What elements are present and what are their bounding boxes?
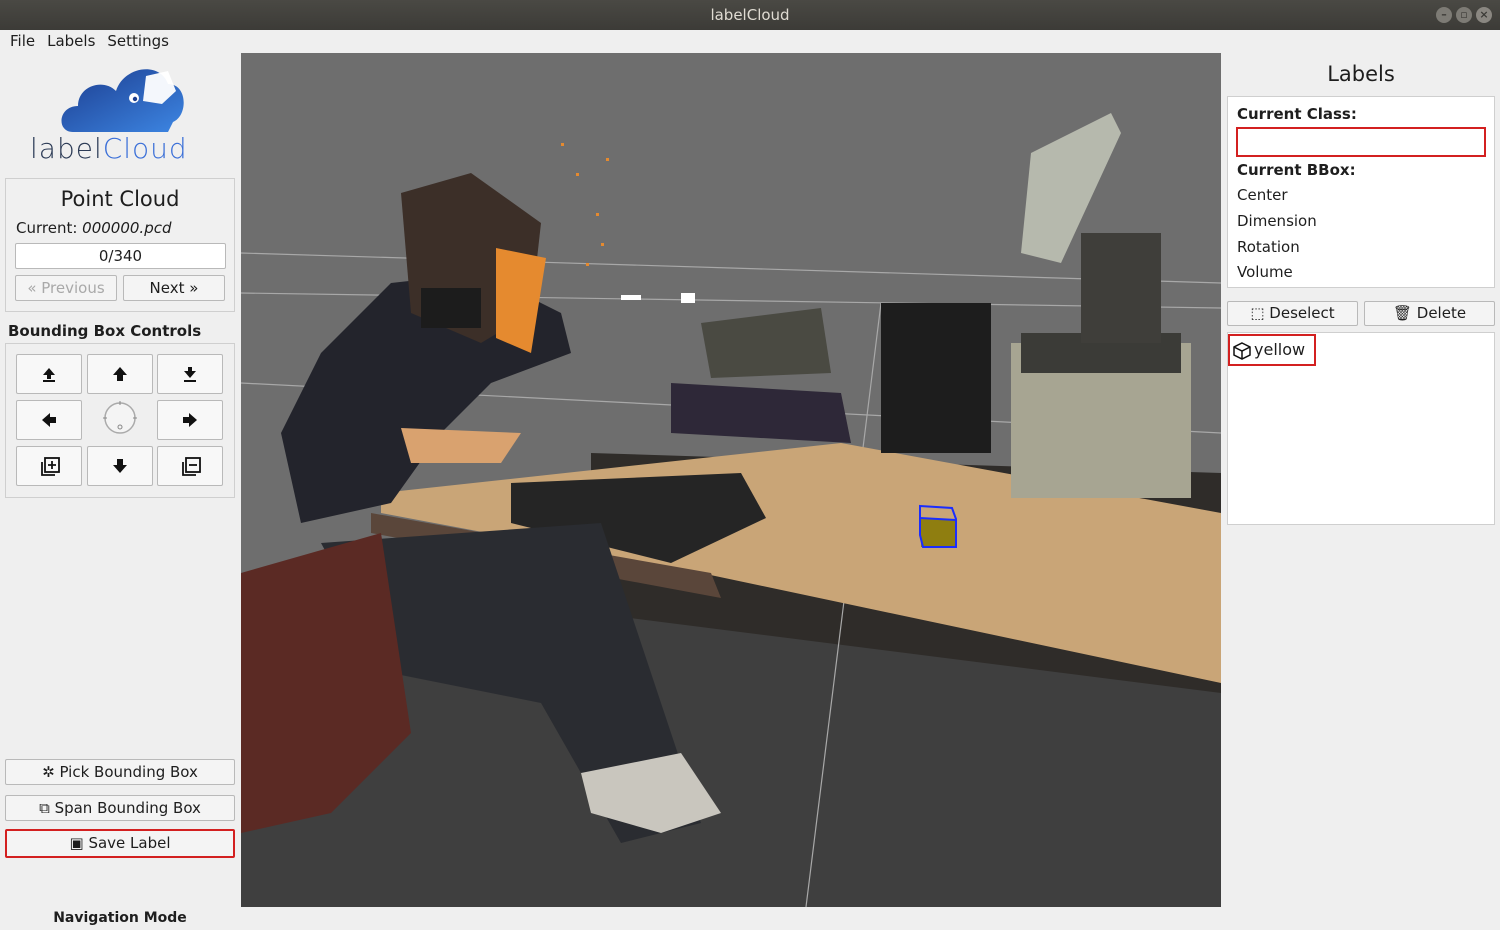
minimize-icon[interactable]: –	[1436, 7, 1452, 23]
point-cloud-title: Point Cloud	[60, 187, 180, 211]
bbox-controls-title: Bounding Box Controls	[8, 322, 202, 340]
move-forward-button[interactable]	[87, 354, 153, 394]
maximize-icon[interactable]: ▫	[1456, 7, 1472, 23]
window-title: labelCloud	[710, 6, 790, 24]
span-bbox-button[interactable]: ⧉ Span Bounding Box	[5, 795, 235, 821]
previous-button[interactable]: « Previous	[15, 275, 117, 301]
point-cloud-counter: 0/340	[15, 243, 226, 269]
current-class-label: Current Class:	[1237, 105, 1357, 123]
label-info-panel: Current Class: Current BBox: Center Dime…	[1227, 96, 1495, 288]
move-left-icon	[42, 413, 56, 427]
deselect-button[interactable]: ⬚ Deselect	[1227, 301, 1358, 326]
current-file-name: 000000.pcd	[82, 219, 172, 237]
delete-button[interactable]: 🗑 Delete	[1364, 301, 1495, 326]
increase-size-icon	[41, 457, 60, 476]
bbox-dimension-label: Dimension	[1237, 212, 1317, 230]
move-right-button[interactable]	[157, 400, 223, 440]
point-cloud-viewport[interactable]	[241, 53, 1221, 907]
menu-bar: File Labels Settings	[0, 30, 1500, 52]
move-up-z-button[interactable]	[16, 354, 82, 394]
move-up-z-icon	[43, 368, 55, 382]
label-list-item[interactable]: yellow	[1228, 334, 1316, 366]
close-icon[interactable]: ×	[1476, 7, 1492, 23]
current-bbox-label: Current BBox:	[1237, 161, 1356, 179]
decrease-size-button[interactable]	[157, 446, 223, 486]
labels-panel-title: Labels	[1327, 62, 1395, 86]
move-right-icon	[183, 413, 197, 427]
move-down-z-icon	[184, 367, 196, 382]
trash-icon: 🗑	[1392, 304, 1412, 322]
pick-bbox-button[interactable]: ✲ Pick Bounding Box	[5, 759, 235, 785]
bbox-volume-label: Volume	[1237, 263, 1293, 281]
move-backward-button[interactable]	[87, 446, 153, 486]
window-titlebar: labelCloud – ▫ ×	[0, 0, 1500, 30]
decrease-size-icon	[182, 457, 201, 476]
current-file-label: Current: 000000.pcd	[16, 219, 172, 237]
move-backward-icon	[113, 459, 127, 473]
save-icon: ▣	[69, 834, 84, 852]
pick-cursor-icon: ✲	[42, 763, 55, 781]
deselect-icon: ⬚	[1250, 304, 1265, 322]
increase-size-button[interactable]	[16, 446, 82, 486]
bbox-center-label: Center	[1237, 186, 1288, 204]
move-left-button[interactable]	[16, 400, 82, 440]
menu-file[interactable]: File	[4, 30, 41, 52]
label-item-text: yellow	[1254, 340, 1306, 359]
bbox-rotation-label: Rotation	[1237, 238, 1300, 256]
logo-text: labelCloud	[30, 132, 188, 165]
menu-labels[interactable]: Labels	[41, 30, 101, 52]
menu-settings[interactable]: Settings	[101, 30, 175, 52]
cube-icon	[1233, 342, 1251, 360]
move-forward-icon	[113, 367, 127, 381]
next-button[interactable]: Next »	[123, 275, 225, 301]
save-label-button[interactable]: ▣ Save Label	[5, 829, 235, 858]
current-class-input[interactable]	[1236, 127, 1486, 157]
mode-status: Navigation Mode	[53, 910, 187, 926]
rotate-dial-icon[interactable]	[102, 400, 138, 436]
move-down-z-button[interactable]	[157, 354, 223, 394]
span-box-icon: ⧉	[39, 799, 50, 817]
point-cloud-render	[241, 53, 1221, 907]
point-cloud-panel: Point Cloud Current: 000000.pcd 0/340 « …	[5, 178, 235, 312]
